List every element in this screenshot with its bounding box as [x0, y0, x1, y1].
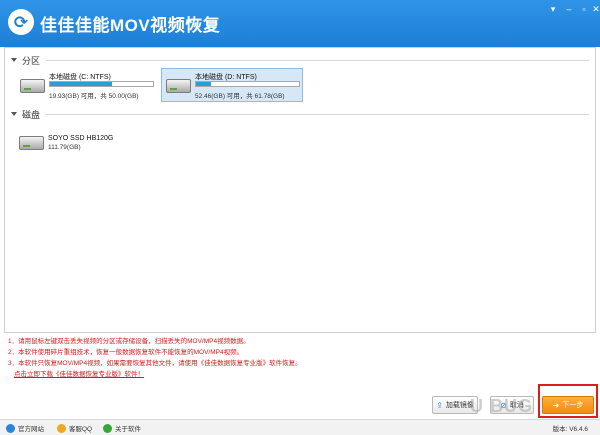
status-bar: 官方网站 客服QQ 关于软件 版本: V6.4.6 — [0, 419, 600, 435]
upload-icon: ⇪ — [436, 400, 443, 410]
hard-drive-icon — [166, 79, 191, 93]
partition-section-label: 分区 — [22, 55, 41, 66]
app-title: 佳佳佳能MOV视频恢复 — [40, 16, 221, 35]
disk-name: SOYO SSD HB120G — [48, 135, 114, 142]
section-divider — [46, 113, 589, 115]
next-label: 下一步 — [562, 402, 584, 409]
note-item: 2．本软件使用碎片重组技术，恢复一般数据恢复软件不能恢复的MOV/MP4视频。 — [8, 349, 244, 356]
disk-section-header: 磁盘 — [11, 108, 589, 120]
next-button[interactable]: ➜ 下一步 — [542, 396, 594, 414]
note-item: 3．本软件只恢复MOV/MP4视频，如果需要恢复其他文件，请使用《佳佳数据恢复专… — [8, 360, 302, 367]
close-button[interactable]: ✕ — [588, 3, 600, 15]
partition-size-info: 19.93(GB) 可用，共 50.00(GB) — [49, 93, 139, 100]
website-link[interactable]: 官方网站 — [6, 423, 44, 433]
minimize-button[interactable]: – — [561, 3, 577, 15]
title-bar: ⟳ 佳佳佳能MOV视频恢复 ▾ – □ ▫ ✕ — [0, 0, 600, 47]
about-label: 关于软件 — [115, 426, 141, 433]
hard-drive-icon — [20, 79, 45, 93]
version-label: 版本: V6.4.6 — [552, 426, 588, 433]
collapse-arrow-icon[interactable] — [11, 112, 17, 116]
disk-size-info: 111.79(GB) — [48, 144, 81, 151]
drive-panel: 分区 本地磁盘 (C: NTFS) 19.93(GB) 可用，共 50.00(G… — [4, 47, 596, 333]
watermark: U BUG — [470, 396, 533, 416]
section-divider — [46, 59, 589, 61]
partition-usage-fill — [50, 82, 112, 86]
app-logo-icon: ⟳ — [8, 9, 34, 35]
about-link[interactable]: 关于软件 — [103, 423, 141, 433]
partition-size-info: 52.46(GB) 可用，共 61.78(GB) — [195, 93, 285, 100]
disk-section-label: 磁盘 — [22, 109, 41, 120]
partition-usage-bar — [49, 81, 154, 87]
note-item: 1．请用鼠标左键双击丢失视频的分区或存储设备，扫描丢失的MOV/MP4视频数据。 — [8, 338, 250, 345]
hard-drive-icon — [19, 136, 44, 150]
dropdown-icon[interactable]: ▾ — [545, 3, 561, 15]
info-icon — [103, 423, 112, 433]
website-label: 官方网站 — [18, 426, 44, 433]
qq-support-link[interactable]: 客服QQ — [57, 423, 92, 433]
home-icon — [6, 423, 15, 433]
qq-label: 客服QQ — [69, 426, 93, 433]
partition-item-c[interactable]: 本地磁盘 (C: NTFS) 19.93(GB) 可用，共 50.00(GB) — [15, 68, 157, 102]
partition-usage-fill — [196, 82, 212, 86]
arrow-right-icon: ➜ — [552, 400, 560, 410]
disk-item-soyo[interactable]: SOYO SSD HB120G 111.79(GB) — [15, 126, 175, 160]
partition-usage-bar — [195, 81, 300, 87]
partition-section-header: 分区 — [11, 54, 589, 66]
instructions: 1．请用鼠标左键双击丢失视频的分区或存储设备，扫描丢失的MOV/MP4视频数据。… — [8, 336, 438, 380]
collapse-arrow-icon[interactable] — [11, 58, 17, 62]
qq-icon — [57, 423, 66, 433]
partition-item-d[interactable]: 本地磁盘 (D: NTFS) 52.46(GB) 可用，共 61.78(GB) — [161, 68, 303, 102]
download-pro-link[interactable]: 点击立即下载《佳佳数据恢复专业版》软件！ — [8, 369, 438, 380]
